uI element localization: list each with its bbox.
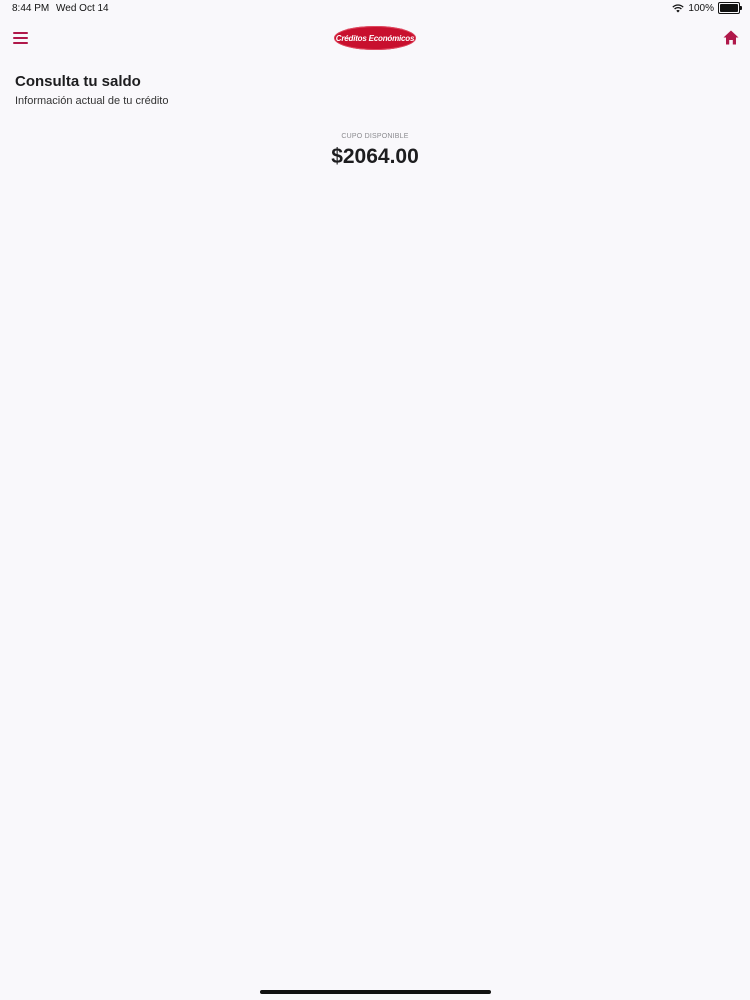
battery-icon <box>718 2 742 14</box>
page-title: Consulta tu saldo <box>15 73 141 90</box>
logo-text: Créditos Económicos <box>335 33 415 43</box>
status-date: Wed Oct 14 <box>56 3 109 14</box>
home-icon[interactable] <box>723 30 739 45</box>
status-time: 8:44 PM <box>12 3 50 14</box>
nav-bar: Créditos Económicos <box>0 22 750 56</box>
wifi-icon <box>672 3 685 12</box>
page-subtitle: Información actual de tu crédito <box>15 95 169 107</box>
home-indicator[interactable] <box>260 990 491 994</box>
available-credit-amount: $2064.00 <box>331 145 419 168</box>
status-bar: 8:44 PM Wed Oct 14 100% <box>0 0 750 18</box>
hamburger-menu-icon[interactable] <box>13 32 28 44</box>
brand-logo: Créditos Económicos <box>334 26 416 50</box>
battery-percent: 100% <box>688 2 714 14</box>
status-right: 100% <box>672 2 742 14</box>
available-credit-label: CUPO DISPONIBLE <box>341 133 409 140</box>
